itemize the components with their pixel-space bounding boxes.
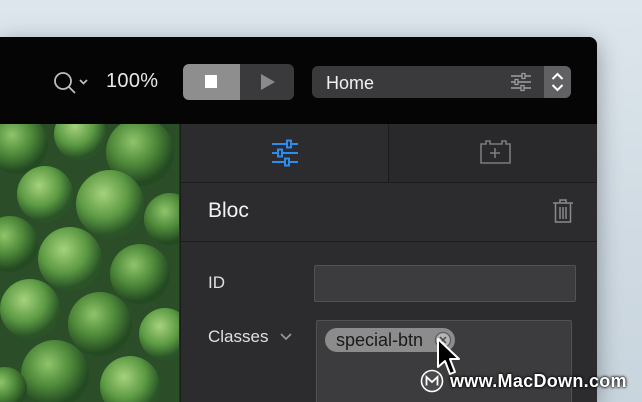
play-icon — [261, 74, 275, 90]
watermark: www.MacDown.com — [420, 369, 627, 393]
zoom-level[interactable]: 100% — [106, 70, 158, 93]
tab-properties[interactable] — [181, 124, 389, 183]
trash-icon[interactable] — [552, 198, 574, 224]
toolbar: 100% Home — [0, 37, 597, 124]
class-chip-label: special-btn — [336, 330, 424, 350]
chevron-down-icon — [79, 79, 88, 85]
section-header: Bloc — [181, 183, 597, 242]
classes-label: Classes — [208, 327, 269, 346]
play-button[interactable] — [240, 64, 294, 100]
canvas-foliage-image — [0, 124, 179, 402]
up-down-chevron-icon — [551, 72, 564, 92]
chevron-down-icon — [280, 333, 292, 341]
stop-button[interactable] — [183, 64, 240, 100]
design-canvas[interactable] — [0, 124, 179, 402]
sliders-icon — [272, 139, 298, 167]
page-select-stepper[interactable] — [544, 66, 571, 98]
page-settings-icon[interactable] — [510, 72, 532, 92]
zoom-menu[interactable] — [53, 71, 89, 95]
id-field[interactable] — [314, 265, 576, 302]
stop-icon — [205, 75, 217, 88]
inspector-tabs — [181, 124, 597, 183]
preview-controls — [183, 64, 294, 100]
app-window: 100% Home Bloc ID Classes special-btn — [0, 37, 597, 402]
page-select[interactable]: Home — [312, 66, 571, 98]
magnifier-icon — [54, 72, 88, 94]
watermark-text: www.MacDown.com — [450, 371, 627, 391]
inspector-panel: Bloc ID Classes special-btn — [180, 124, 597, 402]
watermark-logo-icon — [420, 369, 444, 393]
section-title: Bloc — [208, 199, 249, 222]
id-label: ID — [208, 273, 225, 292]
add-component-icon — [480, 140, 511, 164]
tab-add-component[interactable] — [389, 124, 597, 183]
classes-toggle[interactable]: Classes — [208, 327, 293, 347]
page-select-value: Home — [326, 73, 375, 93]
